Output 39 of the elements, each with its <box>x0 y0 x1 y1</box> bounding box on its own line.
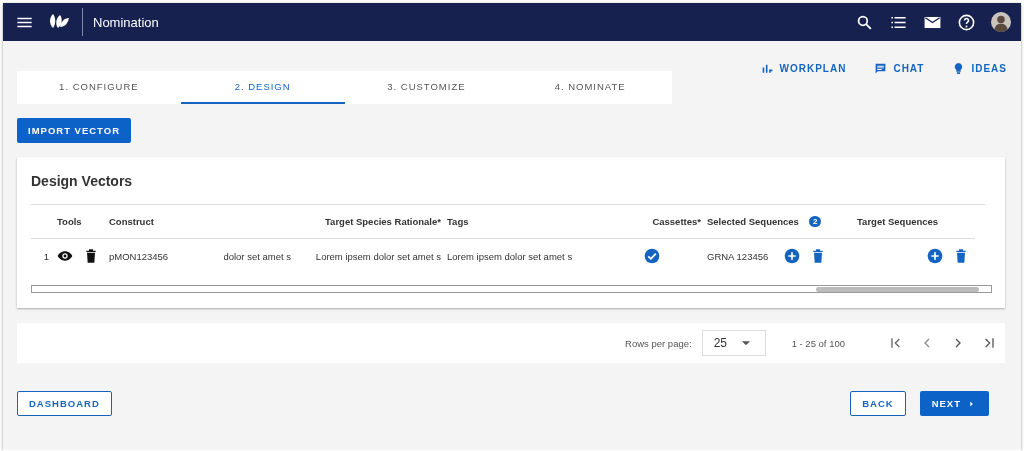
column-header: Construct <box>109 216 154 227</box>
step-tab[interactable]: 1. CONFIGURE <box>17 71 181 104</box>
rows-per-page-label: Rows per page: <box>625 337 692 349</box>
chat-link[interactable]: CHAT <box>874 62 925 75</box>
card-title: Design Vectors <box>31 173 134 191</box>
table-cell: GRNA 123456 <box>707 250 769 262</box>
column-header: Tags <box>447 216 469 227</box>
avatar-icon[interactable] <box>991 12 1011 32</box>
back-button[interactable]: BACK <box>850 391 906 416</box>
next-button[interactable]: NEXT <box>919 391 989 416</box>
horizontal-scrollbar[interactable] <box>31 285 992 293</box>
row-number: 1 <box>43 250 49 262</box>
table-cell: pMON123456 <box>109 250 169 262</box>
column-header: Target Species Rationale* <box>325 216 441 227</box>
step-tab[interactable]: 2. DESIGN <box>180 71 345 104</box>
add-icon[interactable] <box>927 248 943 264</box>
count-badge: 2 <box>808 216 822 227</box>
bar-chart-icon <box>760 62 774 75</box>
rows-per-page-select[interactable]: 25 <box>701 330 766 356</box>
step-tab[interactable]: 3. CUSTOMIZE <box>344 71 509 104</box>
add-icon[interactable] <box>784 248 801 264</box>
column-header: Cassettes* <box>652 216 701 227</box>
table-cell: Lorem ipsem dolor set amet s <box>447 250 573 262</box>
chat-icon <box>874 62 888 75</box>
step-tab[interactable]: 4. NOMINATE <box>508 71 672 104</box>
table-cell: Lorem ipsem dolor set amet s <box>315 250 441 262</box>
delete-icon[interactable] <box>83 248 99 264</box>
view-icon[interactable] <box>57 248 73 264</box>
help-icon[interactable] <box>957 12 976 32</box>
column-header: Tools <box>57 216 82 227</box>
dashboard-button[interactable]: DASHBOARD <box>17 391 112 416</box>
ideas-link[interactable]: IDEAS <box>952 62 1007 75</box>
table-cell: dolor set amet s <box>223 250 291 262</box>
workplan-link[interactable]: WORKPLAN <box>760 62 847 75</box>
column-header: Target Sequences <box>857 216 939 227</box>
app-title: Nomination <box>93 14 159 30</box>
column-header: Selected Sequences <box>707 216 799 227</box>
import-vector-button[interactable]: IMPORT VECTOR <box>17 118 131 143</box>
page-range: 1 - 25 of 100 <box>791 337 845 349</box>
